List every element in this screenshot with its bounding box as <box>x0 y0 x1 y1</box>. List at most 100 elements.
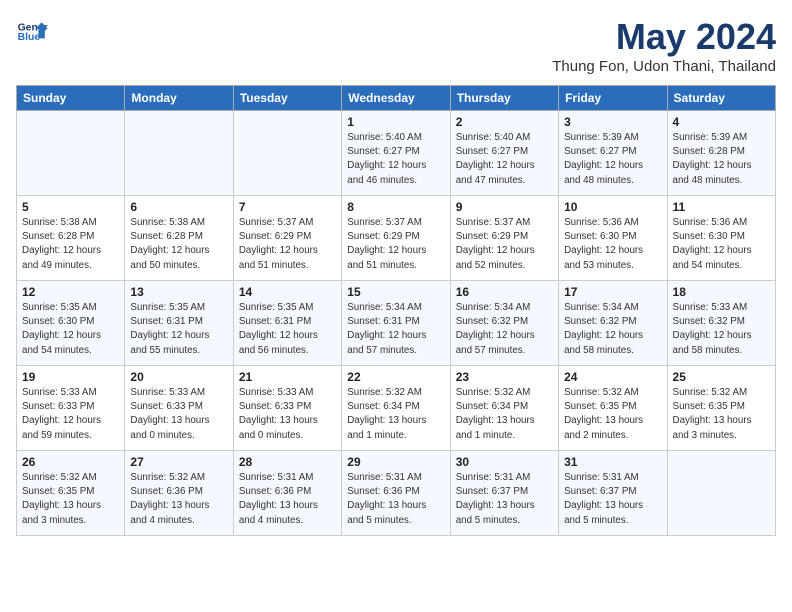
title-block: May 2024 Thung Fon, Udon Thani, Thailand <box>552 16 776 75</box>
day-info: Sunrise: 5:32 AM Sunset: 6:34 PM Dayligh… <box>456 386 553 443</box>
day-info: Sunrise: 5:33 AM Sunset: 6:33 PM Dayligh… <box>239 386 336 443</box>
day-info: Sunrise: 5:32 AM Sunset: 6:36 PM Dayligh… <box>130 471 227 528</box>
day-number: 7 <box>239 200 336 214</box>
calendar-week-row: 12 Sunrise: 5:35 AM Sunset: 6:30 PM Dayli… <box>17 281 776 366</box>
calendar-day-17: 17 Sunrise: 5:34 AM Sunset: 6:32 PM Dayli… <box>559 281 667 366</box>
calendar-day-30: 30 Sunrise: 5:31 AM Sunset: 6:37 PM Dayli… <box>450 451 558 536</box>
day-info: Sunrise: 5:37 AM Sunset: 6:29 PM Dayligh… <box>239 216 336 273</box>
day-number: 5 <box>22 200 119 214</box>
day-number: 2 <box>456 115 553 129</box>
day-number: 12 <box>22 285 119 299</box>
svg-text:Blue: Blue <box>18 32 41 43</box>
day-number: 30 <box>456 455 553 469</box>
calendar-day-21: 21 Sunrise: 5:33 AM Sunset: 6:33 PM Dayli… <box>233 366 341 451</box>
calendar-empty-cell <box>125 111 233 196</box>
calendar-table: SundayMondayTuesdayWednesdayThursdayFrid… <box>16 85 776 536</box>
day-info: Sunrise: 5:35 AM Sunset: 6:30 PM Dayligh… <box>22 301 119 358</box>
calendar-day-15: 15Sunrise: 5:34 AM Sunset: 6:31 PM Dayli… <box>342 281 450 366</box>
calendar-week-row: 19 Sunrise: 5:33 AM Sunset: 6:33 PM Dayli… <box>17 366 776 451</box>
day-info: Sunrise: 5:36 AM Sunset: 6:30 PM Dayligh… <box>673 216 770 273</box>
day-number: 8 <box>347 200 444 214</box>
day-number: 17 <box>564 285 661 299</box>
day-info: Sunrise: 5:32 AM Sunset: 6:35 PM Dayligh… <box>22 471 119 528</box>
day-number: 29 <box>347 455 444 469</box>
day-number: 31 <box>564 455 661 469</box>
calendar-day-13: 13Sunrise: 5:35 AM Sunset: 6:31 PM Dayli… <box>125 281 233 366</box>
calendar-day-18: 18Sunrise: 5:33 AM Sunset: 6:32 PM Dayli… <box>667 281 775 366</box>
day-number: 1 <box>347 115 444 129</box>
col-header-sunday: Sunday <box>17 86 125 111</box>
day-info: Sunrise: 5:33 AM Sunset: 6:32 PM Dayligh… <box>673 301 770 358</box>
calendar-day-7: 7 Sunrise: 5:37 AM Sunset: 6:29 PM Daylig… <box>233 196 341 281</box>
calendar-day-23: 23 Sunrise: 5:32 AM Sunset: 6:34 PM Dayli… <box>450 366 558 451</box>
day-info: Sunrise: 5:40 AM Sunset: 6:27 PM Dayligh… <box>456 131 553 188</box>
col-header-monday: Monday <box>125 86 233 111</box>
day-number: 25 <box>673 370 770 384</box>
day-info: Sunrise: 5:32 AM Sunset: 6:35 PM Dayligh… <box>673 386 770 443</box>
calendar-day-2: 2 Sunrise: 5:40 AM Sunset: 6:27 PM Daylig… <box>450 111 558 196</box>
calendar-day-27: 27 Sunrise: 5:32 AM Sunset: 6:36 PM Dayli… <box>125 451 233 536</box>
calendar-empty-cell <box>233 111 341 196</box>
day-info: Sunrise: 5:34 AM Sunset: 6:32 PM Dayligh… <box>564 301 661 358</box>
day-number: 10 <box>564 200 661 214</box>
calendar-empty-cell <box>667 451 775 536</box>
col-header-tuesday: Tuesday <box>233 86 341 111</box>
day-number: 9 <box>456 200 553 214</box>
calendar-day-11: 11Sunrise: 5:36 AM Sunset: 6:30 PM Dayli… <box>667 196 775 281</box>
day-info: Sunrise: 5:37 AM Sunset: 6:29 PM Dayligh… <box>347 216 444 273</box>
day-number: 23 <box>456 370 553 384</box>
day-number: 27 <box>130 455 227 469</box>
day-number: 19 <box>22 370 119 384</box>
calendar-day-6: 6Sunrise: 5:38 AM Sunset: 6:28 PM Daylig… <box>125 196 233 281</box>
calendar-empty-cell <box>17 111 125 196</box>
day-info: Sunrise: 5:33 AM Sunset: 6:33 PM Dayligh… <box>22 386 119 443</box>
calendar-day-5: 5 Sunrise: 5:38 AM Sunset: 6:28 PM Daylig… <box>17 196 125 281</box>
day-info: Sunrise: 5:39 AM Sunset: 6:27 PM Dayligh… <box>564 131 661 188</box>
day-info: Sunrise: 5:35 AM Sunset: 6:31 PM Dayligh… <box>239 301 336 358</box>
day-info: Sunrise: 5:38 AM Sunset: 6:28 PM Dayligh… <box>130 216 227 273</box>
day-info: Sunrise: 5:36 AM Sunset: 6:30 PM Dayligh… <box>564 216 661 273</box>
day-info: Sunrise: 5:32 AM Sunset: 6:35 PM Dayligh… <box>564 386 661 443</box>
day-number: 4 <box>673 115 770 129</box>
calendar-day-16: 16 Sunrise: 5:34 AM Sunset: 6:32 PM Dayli… <box>450 281 558 366</box>
calendar-week-row: 26 Sunrise: 5:32 AM Sunset: 6:35 PM Dayli… <box>17 451 776 536</box>
calendar-day-8: 8 Sunrise: 5:37 AM Sunset: 6:29 PM Daylig… <box>342 196 450 281</box>
calendar-day-10: 10 Sunrise: 5:36 AM Sunset: 6:30 PM Dayli… <box>559 196 667 281</box>
day-number: 21 <box>239 370 336 384</box>
day-number: 24 <box>564 370 661 384</box>
calendar-day-24: 24 Sunrise: 5:32 AM Sunset: 6:35 PM Dayli… <box>559 366 667 451</box>
day-number: 14 <box>239 285 336 299</box>
day-info: Sunrise: 5:31 AM Sunset: 6:36 PM Dayligh… <box>239 471 336 528</box>
day-number: 22 <box>347 370 444 384</box>
day-info: Sunrise: 5:37 AM Sunset: 6:29 PM Dayligh… <box>456 216 553 273</box>
day-info: Sunrise: 5:31 AM Sunset: 6:37 PM Dayligh… <box>564 471 661 528</box>
col-header-saturday: Saturday <box>667 86 775 111</box>
day-info: Sunrise: 5:33 AM Sunset: 6:33 PM Dayligh… <box>130 386 227 443</box>
calendar-day-1: 1Sunrise: 5:40 AM Sunset: 6:27 PM Daylig… <box>342 111 450 196</box>
calendar-week-row: 5 Sunrise: 5:38 AM Sunset: 6:28 PM Daylig… <box>17 196 776 281</box>
calendar-day-3: 3 Sunrise: 5:39 AM Sunset: 6:27 PM Daylig… <box>559 111 667 196</box>
day-info: Sunrise: 5:34 AM Sunset: 6:32 PM Dayligh… <box>456 301 553 358</box>
location-subtitle: Thung Fon, Udon Thani, Thailand <box>552 58 776 75</box>
calendar-day-12: 12 Sunrise: 5:35 AM Sunset: 6:30 PM Dayli… <box>17 281 125 366</box>
col-header-friday: Friday <box>559 86 667 111</box>
calendar-day-9: 9 Sunrise: 5:37 AM Sunset: 6:29 PM Daylig… <box>450 196 558 281</box>
calendar-day-22: 22Sunrise: 5:32 AM Sunset: 6:34 PM Dayli… <box>342 366 450 451</box>
day-number: 3 <box>564 115 661 129</box>
day-info: Sunrise: 5:34 AM Sunset: 6:31 PM Dayligh… <box>347 301 444 358</box>
day-number: 16 <box>456 285 553 299</box>
day-number: 20 <box>130 370 227 384</box>
calendar-day-28: 28Sunrise: 5:31 AM Sunset: 6:36 PM Dayli… <box>233 451 341 536</box>
calendar-day-14: 14 Sunrise: 5:35 AM Sunset: 6:31 PM Dayli… <box>233 281 341 366</box>
day-info: Sunrise: 5:38 AM Sunset: 6:28 PM Dayligh… <box>22 216 119 273</box>
logo-icon: General Blue <box>16 16 48 48</box>
col-header-thursday: Thursday <box>450 86 558 111</box>
day-number: 13 <box>130 285 227 299</box>
calendar-day-31: 31 Sunrise: 5:31 AM Sunset: 6:37 PM Dayli… <box>559 451 667 536</box>
day-number: 26 <box>22 455 119 469</box>
calendar-day-25: 25 Sunrise: 5:32 AM Sunset: 6:35 PM Dayli… <box>667 366 775 451</box>
calendar-day-26: 26 Sunrise: 5:32 AM Sunset: 6:35 PM Dayli… <box>17 451 125 536</box>
month-year-title: May 2024 <box>552 16 776 58</box>
logo: General Blue <box>16 16 48 48</box>
day-info: Sunrise: 5:31 AM Sunset: 6:37 PM Dayligh… <box>456 471 553 528</box>
